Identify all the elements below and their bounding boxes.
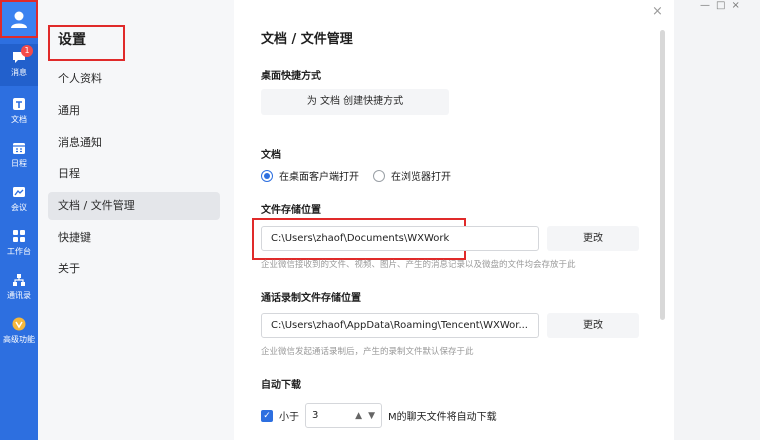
rail-item-label: 日程 xyxy=(11,159,27,168)
chevron-up-icon[interactable]: ▲ xyxy=(355,411,362,421)
rail-item-advanced[interactable]: 高级功能 xyxy=(0,316,38,345)
rail-item-messages[interactable]: 1 消息 xyxy=(0,44,38,86)
meeting-icon xyxy=(11,184,27,200)
avatar[interactable] xyxy=(0,0,38,38)
rail-item-label: 高级功能 xyxy=(3,335,35,344)
nav-item-general[interactable]: 通用 xyxy=(48,97,220,125)
auto-download-suffix: M的聊天文件将自动下载 xyxy=(388,412,497,423)
rail-item-meetings[interactable]: 会议 xyxy=(0,184,38,213)
settings-window: 1 消息 文档 日程 会议 工作台 通讯录 高级功能 设置 个人资料 通用 消息… xyxy=(0,0,760,440)
size-limit-value: 3 xyxy=(312,410,319,421)
scrollbar[interactable] xyxy=(660,30,665,320)
minimize-icon[interactable]: — xyxy=(700,0,716,11)
nav-item-about[interactable]: 关于 xyxy=(48,255,220,283)
file-storage-hint: 企业微信接收到的文件、视频、图片、产生的消息记录以及微盘的文件均会存放于此 xyxy=(261,260,576,270)
background-window xyxy=(674,0,760,440)
nav-item-calendar[interactable]: 日程 xyxy=(48,160,220,188)
contacts-icon xyxy=(11,272,27,288)
nav-item-shortcuts[interactable]: 快捷键 xyxy=(48,224,220,252)
app-rail: 1 消息 文档 日程 会议 工作台 通讯录 高级功能 xyxy=(0,0,38,440)
rail-item-label: 会议 xyxy=(11,203,27,212)
unread-badge: 1 xyxy=(21,45,33,57)
settings-content: × 文档 / 文件管理 桌面快捷方式 为 文档 创建快捷方式 文档 在桌面客户端… xyxy=(234,0,674,440)
nav-item-profile[interactable]: 个人资料 xyxy=(48,65,220,93)
section-title-call-storage: 通话录制文件存储位置 xyxy=(261,293,361,304)
rail-item-label: 文档 xyxy=(11,115,27,124)
vip-icon xyxy=(11,316,27,332)
rail-item-contacts[interactable]: 通讯录 xyxy=(0,272,38,301)
file-storage-path-field[interactable]: C:\Users\zhaof\Documents\WXWork xyxy=(261,226,539,251)
call-storage-hint: 企业微信发起通话录制后，产生的录制文件默认保存于此 xyxy=(261,347,474,357)
nav-item-doc-file-management[interactable]: 文档 / 文件管理 xyxy=(48,192,220,220)
change-call-storage-button[interactable]: 更改 xyxy=(547,313,639,338)
maximize-icon[interactable]: □ xyxy=(716,0,731,11)
auto-download-prefix: 小于 xyxy=(279,412,299,423)
rail-item-calendar[interactable]: 日程 xyxy=(0,140,38,169)
change-file-storage-button[interactable]: 更改 xyxy=(547,226,639,251)
window-close-icon[interactable]: × xyxy=(731,0,745,11)
nav-item-notifications[interactable]: 消息通知 xyxy=(48,129,220,157)
radio-desktop-label: 在桌面客户端打开 xyxy=(279,172,359,183)
auto-download-checkbox[interactable]: ✓ xyxy=(261,409,273,422)
auto-download-row: ✓ 小于 3 ▲ ▼ M的聊天文件将自动下载 xyxy=(261,403,497,428)
radio-browser[interactable] xyxy=(373,169,385,182)
section-title-docs: 文档 xyxy=(261,150,281,161)
create-shortcut-button[interactable]: 为 文档 创建快捷方式 xyxy=(261,89,449,115)
rail-item-docs[interactable]: 文档 xyxy=(0,96,38,125)
settings-title: 设置 xyxy=(58,32,86,48)
calendar-icon xyxy=(11,140,27,156)
rail-item-workbench[interactable]: 工作台 xyxy=(0,228,38,257)
chevron-down-icon[interactable]: ▼ xyxy=(368,411,375,421)
doc-open-options: 在桌面客户端打开 在浏览器打开 xyxy=(261,168,451,183)
radio-browser-label: 在浏览器打开 xyxy=(391,172,451,183)
section-title-file-storage: 文件存储位置 xyxy=(261,205,321,216)
window-controls: —□× xyxy=(700,0,746,11)
size-limit-stepper[interactable]: 3 ▲ ▼ xyxy=(305,403,382,428)
grid-icon xyxy=(11,228,27,244)
settings-nav: 设置 个人资料 通用 消息通知 日程 文档 / 文件管理 快捷键 关于 xyxy=(38,0,234,440)
radio-desktop[interactable] xyxy=(261,169,273,182)
section-title-shortcut: 桌面快捷方式 xyxy=(261,71,321,82)
rail-item-label: 通讯录 xyxy=(7,291,31,300)
rail-item-label: 消息 xyxy=(11,68,27,77)
rail-item-label: 工作台 xyxy=(7,247,31,256)
close-icon[interactable]: × xyxy=(652,4,663,19)
section-title-auto-download: 自动下载 xyxy=(261,380,301,391)
document-icon xyxy=(11,96,27,112)
page-title: 文档 / 文件管理 xyxy=(261,32,353,47)
user-icon xyxy=(11,11,27,28)
call-storage-path-field[interactable]: C:\Users\zhaof\AppData\Roaming\Tencent\W… xyxy=(261,313,539,338)
